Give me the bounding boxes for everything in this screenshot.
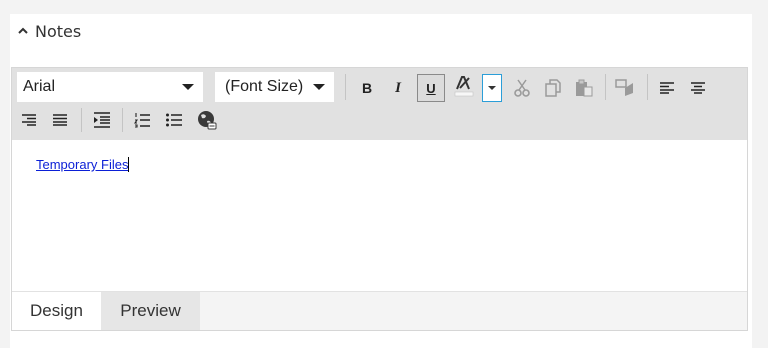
rich-text-editor: Arial (Font Size) B I U Temporary Files … <box>11 67 748 331</box>
tab-design[interactable]: Design <box>12 292 101 330</box>
font-size-dropdown[interactable]: (Font Size) <box>215 72 334 102</box>
align-center-icon <box>691 82 705 94</box>
toolbar-divider <box>345 74 346 100</box>
temporary-files-link[interactable]: Temporary Files <box>36 157 130 172</box>
justify-icon <box>53 114 67 126</box>
format-painter-button[interactable] <box>613 76 637 100</box>
tab-preview[interactable]: Preview <box>101 292 200 330</box>
copy-button[interactable] <box>541 76 565 100</box>
editor-content-area[interactable]: Temporary Files <box>12 140 747 292</box>
chevron-down-icon <box>487 85 497 91</box>
align-right-icon <box>22 114 36 126</box>
numbered-list-button[interactable] <box>130 108 154 132</box>
font-name-dropdown[interactable]: Arial <box>17 72 203 102</box>
indent-button[interactable] <box>90 108 114 132</box>
notes-panel: Notes Arial (Font Size) B I U Temporary … <box>10 14 752 348</box>
format-painter-icon <box>615 79 635 97</box>
toolbar-divider <box>647 74 648 100</box>
tab-design-label: Design <box>30 301 83 320</box>
chevron-down-icon <box>313 84 325 90</box>
font-color-button[interactable] <box>452 74 476 98</box>
underline-button[interactable]: U <box>417 74 445 102</box>
bullet-list-icon <box>166 113 182 127</box>
align-center-button[interactable] <box>686 76 710 100</box>
font-size-value: (Font Size) <box>225 78 304 95</box>
align-left-icon <box>660 82 674 94</box>
paste-icon <box>575 79 593 97</box>
editor-toolbar: Arial (Font Size) B I U <box>12 68 747 140</box>
section-title: Notes <box>35 21 82 41</box>
bold-label: B <box>361 80 373 96</box>
toolbar-divider <box>81 108 82 132</box>
cut-button[interactable] <box>510 76 534 100</box>
copy-icon <box>544 79 562 97</box>
scissors-icon <box>513 79 531 97</box>
font-color-dropdown-button[interactable] <box>482 74 502 102</box>
toolbar-divider <box>605 74 606 100</box>
align-left-button[interactable] <box>655 76 679 100</box>
insert-link-button[interactable] <box>195 108 219 132</box>
notes-section-toggle[interactable]: Notes <box>18 19 81 43</box>
text-cursor <box>128 157 130 172</box>
underline-label: U <box>426 80 436 96</box>
paste-button[interactable] <box>572 76 596 100</box>
font-name-value: Arial <box>23 78 56 95</box>
editor-mode-tabs: Design Preview <box>12 291 747 330</box>
font-color-icon <box>454 75 474 97</box>
justify-button[interactable] <box>48 108 72 132</box>
bullet-list-button[interactable] <box>162 108 186 132</box>
chevron-up-icon <box>18 27 28 35</box>
align-right-button[interactable] <box>17 108 41 132</box>
globe-link-icon <box>197 110 217 130</box>
tab-preview-label: Preview <box>120 301 181 320</box>
toolbar-divider <box>122 108 123 132</box>
chevron-down-icon <box>182 84 194 90</box>
italic-label: I <box>395 79 401 96</box>
italic-button[interactable]: I <box>386 76 410 100</box>
bold-button[interactable]: B <box>355 76 379 100</box>
numbered-list-icon <box>134 112 150 128</box>
indent-icon <box>94 112 110 128</box>
